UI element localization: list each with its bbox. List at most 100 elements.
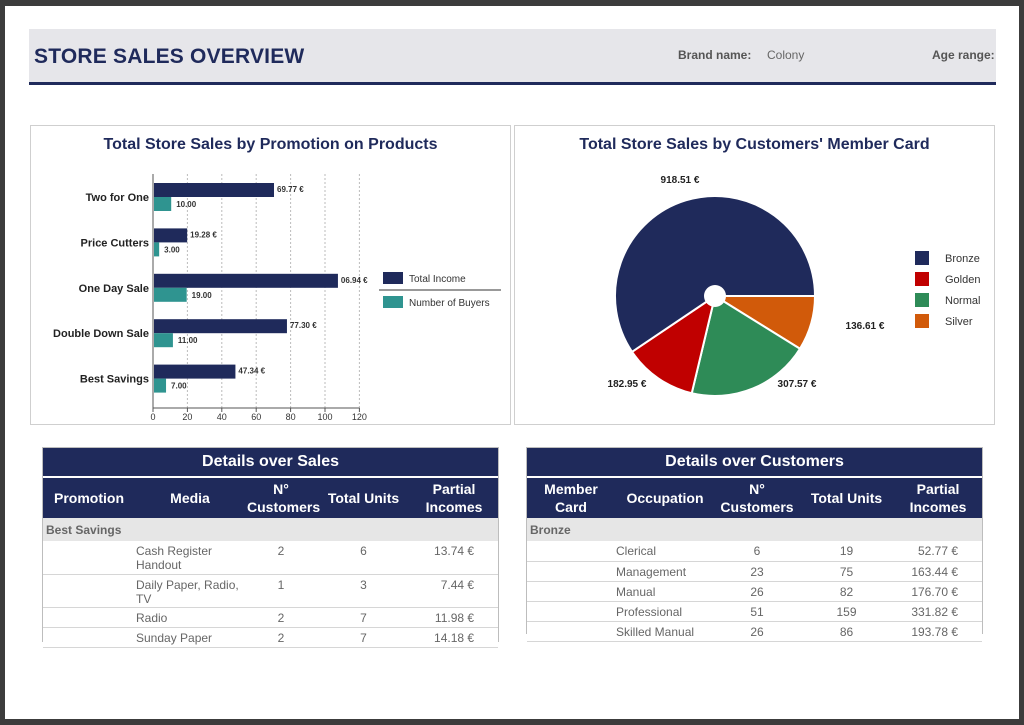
- sales-header-promotion: Promotion: [43, 477, 135, 518]
- cell-income: 7.44 €: [410, 574, 499, 608]
- brand-name-value: Colony: [767, 48, 805, 62]
- customers-table-title: Details over Customers: [527, 448, 983, 478]
- cell-income: 176.70 €: [894, 581, 983, 602]
- x-tick-label: 80: [286, 412, 296, 422]
- sales-header-total-units: Total Units: [317, 477, 410, 518]
- table-row: Professional 51 159 331.82 €: [527, 601, 983, 622]
- report-page: STORE SALES OVERVIEW Brand name: Colony …: [5, 6, 1019, 719]
- buyers-data-label: 3.00: [164, 245, 180, 254]
- pie-data-label: 182.95 €: [608, 379, 647, 390]
- x-tick-label: 120: [352, 412, 367, 422]
- category-label: Double Down Sale: [53, 328, 149, 340]
- pie-chart: 136.61 € 307.57 € 182.95 € 918.51 € Bronze Go…: [608, 175, 980, 398]
- cell-income: 331.82 €: [894, 601, 983, 622]
- cell-income: 13.74 €: [410, 541, 499, 575]
- x-tick-label: 100: [317, 412, 332, 422]
- brand-name-label: Brand name:: [678, 48, 752, 62]
- income-data-label: 06.94 €: [341, 276, 368, 285]
- income-bar: [154, 183, 275, 197]
- customers-header-partial-incomes: Partial Incomes: [894, 477, 983, 518]
- report-title: STORE SALES OVERVIEW: [34, 45, 305, 68]
- cell-promotion: [43, 541, 135, 575]
- cell-units: 7: [317, 607, 410, 628]
- buyers-bar: [154, 378, 167, 393]
- cell-units: 82: [799, 581, 894, 602]
- sales-header-partial-incomes: Partial Incomes: [410, 477, 499, 518]
- cell-units: 159: [799, 601, 894, 622]
- cell-occupation: Management: [615, 561, 715, 582]
- cell-occupation: Skilled Manual: [615, 621, 715, 642]
- legend-label-bronze: Bronze: [945, 253, 980, 265]
- table-row: Radio 2 7 11.98 €: [43, 607, 499, 628]
- legend-swatch-silver: [915, 314, 929, 328]
- details-over-customers-table: Details over Customers Member Card Occup…: [527, 448, 983, 642]
- income-bar: [154, 228, 188, 243]
- pie-data-label: 136.61 €: [846, 321, 885, 332]
- member-card-pie-chart-panel: Total Store Sales by Customers' Member C…: [514, 125, 995, 425]
- cell-customers: 1: [245, 574, 317, 608]
- income-bar: [154, 364, 236, 379]
- income-data-label: 19.28 €: [190, 230, 217, 239]
- legend-label-silver: Silver: [945, 316, 973, 328]
- customers-header-customers: N° Customers: [715, 477, 799, 518]
- cell-media: Radio: [135, 607, 245, 628]
- cell-member-card: [527, 621, 615, 642]
- buyers-data-label: 10.00: [176, 200, 197, 209]
- income-bar: [154, 319, 287, 334]
- buyers-data-label: 11.00: [178, 336, 198, 345]
- cell-customers: 26: [715, 581, 799, 602]
- sales-group-label: Best Savings: [43, 518, 499, 541]
- cell-occupation: Manual: [615, 581, 715, 602]
- cell-media: Sunday Paper: [135, 627, 245, 648]
- cell-income: 14.18 €: [410, 627, 499, 648]
- buyers-bar: [154, 197, 172, 211]
- cell-occupation: Professional: [615, 601, 715, 622]
- cell-units: 3: [317, 574, 410, 608]
- report-header: STORE SALES OVERVIEW Brand name: Colony …: [29, 29, 996, 85]
- cell-income: 163.44 €: [894, 561, 983, 582]
- table-row: Clerical 6 19 52.77 €: [527, 541, 983, 562]
- table-row: Manual 26 82 176.70 €: [527, 581, 983, 602]
- table-row: Skilled Manual 26 86 193.78 €: [527, 621, 983, 642]
- cell-income: 11.98 €: [410, 607, 499, 628]
- buyers-bar: [154, 333, 173, 348]
- cell-units: 86: [799, 621, 894, 642]
- cell-member-card: [527, 601, 615, 622]
- legend-label-number-of-buyers: Number of Buyers: [409, 298, 490, 309]
- cell-media: Daily Paper, Radio, TV: [135, 574, 245, 608]
- x-tick-label: 60: [251, 412, 261, 422]
- cell-units: 6: [317, 541, 410, 575]
- cell-media: Cash Register Handout: [135, 541, 245, 575]
- legend-label-total-income: Total Income: [409, 274, 466, 285]
- cell-member-card: [527, 541, 615, 562]
- cell-units: 7: [317, 627, 410, 648]
- legend-label-normal: Normal: [945, 295, 980, 307]
- pie-center-hole: [704, 285, 726, 307]
- cell-customers: 23: [715, 561, 799, 582]
- buyers-data-label: 7.00: [171, 382, 187, 391]
- legend-swatch-total-income: [383, 272, 403, 284]
- income-bar: [154, 273, 338, 288]
- category-label: One Day Sale: [79, 283, 149, 295]
- buyers-bar: [154, 287, 187, 302]
- sales-header-customers: N° Customers: [245, 477, 320, 518]
- cell-customers: 2: [245, 541, 317, 575]
- cell-customers: 51: [715, 601, 799, 622]
- legend-label-golden: Golden: [945, 274, 980, 286]
- cell-member-card: [527, 561, 615, 582]
- customers-header-occupation: Occupation: [615, 477, 715, 518]
- cell-member-card: [527, 581, 615, 602]
- category-label: Price Cutters: [81, 237, 149, 249]
- cell-customers: 2: [245, 607, 317, 628]
- sales-table-title: Details over Sales: [43, 448, 499, 478]
- category-label: Two for One: [86, 192, 149, 204]
- x-tick-label: 40: [217, 412, 227, 422]
- buyers-data-label: 19.00: [192, 291, 213, 300]
- cell-promotion: [43, 627, 135, 648]
- category-label: Best Savings: [80, 374, 149, 386]
- cell-customers: 6: [715, 541, 799, 562]
- x-tick-label: 20: [182, 412, 192, 422]
- x-tick-label: 0: [150, 412, 155, 422]
- age-range-label: Age range:: [932, 48, 995, 62]
- cell-units: 75: [799, 561, 894, 582]
